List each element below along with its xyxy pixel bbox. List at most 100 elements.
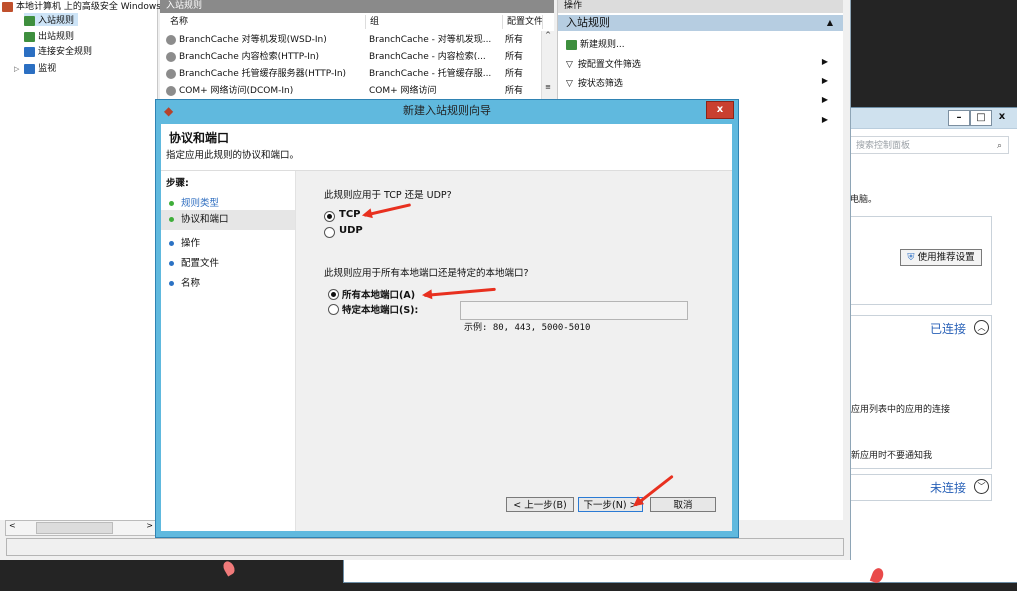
list-title-bar: 入站规则 [160,0,554,13]
all-ports-label[interactable]: 所有本地端口(A) [342,287,415,301]
rules-list[interactable]: 名称 组 配置文件 BranchCache 对等机发现(WSD-In) Bran… [160,13,554,99]
rule-profile: 所有 [505,69,524,79]
table-row[interactable]: BranchCache 对等机发现(WSD-In) BranchCache - … [160,32,554,49]
new-inbound-rule-wizard: ◆ 新建入站规则向导 x 协议和端口 指定应用此规则的协议和端口。 步骤: 规则… [155,99,739,538]
column-profile[interactable]: 配置文件 [503,15,543,29]
scroll-left-icon[interactable]: < [9,521,16,530]
actions-section-inbound[interactable]: 入站规则 ▲ [558,15,843,31]
table-row[interactable]: BranchCache 内容检索(HTTP-In) BranchCache - … [160,49,554,66]
submenu-arrow-icon: ▶ [821,95,828,104]
tree-item-outbound[interactable]: 出站规则 [24,29,74,42]
tree-item-label: 连接安全规则 [38,47,93,57]
specific-ports-label[interactable]: 特定本地端口(S): [342,302,418,316]
use-recommended-settings-button[interactable]: ⛨ 使用推荐设置 [900,249,982,266]
list-scrollbar[interactable]: ^ ≡ [541,31,554,99]
action-label: 按配置文件筛选 [577,60,641,70]
action-label: 新建规则... [580,40,625,50]
steps-label: 步骤: [166,178,189,189]
step-label: 操作 [181,238,201,249]
rule-name: BranchCache 内容检索(HTTP-In) [179,52,320,62]
column-name[interactable]: 名称 [166,15,366,29]
search-input[interactable]: 搜索控制面板 ⌕ [849,136,1009,154]
decorative-petal [221,559,237,577]
not-connected-section[interactable]: 未连接 ﹀ [847,474,992,501]
step-done-icon [169,201,174,206]
page-subtitle: 指定应用此规则的协议和端口。 [166,150,300,161]
action-new-rule[interactable]: 新建规则... [566,37,836,50]
rule-group: BranchCache - 托管缓存服... [369,69,492,79]
tcp-radio[interactable] [324,211,335,222]
tree-item-connection-security[interactable]: 连接安全规则 [24,44,92,57]
step-action[interactable]: 操作 [169,235,200,249]
computer-text: 电脑。 [850,195,878,205]
scroll-thumb[interactable] [36,522,113,534]
allow-apps-text: 应用列表中的应用的连接 [851,405,951,415]
step-label: 配置文件 [181,258,220,269]
new-rule-icon [566,39,577,50]
udp-radio[interactable] [324,227,335,238]
step-rule-type[interactable]: 规则类型 [169,195,219,209]
rule-profile: 所有 [505,52,524,62]
table-row[interactable]: COM+ 网络访问(DCOM-In) COM+ 网络访问 所有 [160,83,554,100]
chevron-up-icon[interactable]: ︿ [974,320,989,335]
step-icon [169,261,174,266]
tree-panel: 本地计算机 上的高级安全 Windows 入站规则 出站规则 连接安全规则 ▷ … [0,0,161,520]
status-bar [6,538,844,556]
wizard-titlebar: ◆ 新建入站规则向导 x [156,100,738,122]
step-current-icon [169,217,174,222]
collapse-up-icon[interactable]: ▲ [827,15,833,31]
protocol-question: 此规则应用于 TCP 还是 UDP? [324,190,452,201]
expand-arrow-icon[interactable]: ▷ [14,65,19,73]
table-row[interactable]: BranchCache 托管缓存服务器(HTTP-In) BranchCache… [160,66,554,83]
tcp-label[interactable]: TCP [339,209,361,220]
step-icon [169,241,174,246]
specific-ports-input[interactable] [460,301,688,320]
all-ports-radio[interactable] [328,289,339,300]
horizontal-scrollbar[interactable]: < > [5,520,157,536]
tree-item-label: 入站规则 [38,16,75,26]
submenu-arrow-icon: ▶ [821,76,828,85]
rule-profile: 所有 [505,86,524,96]
connection-security-icon [24,46,35,57]
scroll-up-icon[interactable]: ^ [542,31,554,39]
submenu-arrow-icon: ▶ [821,115,828,124]
connected-section[interactable]: 已连接 ︿ [847,315,992,342]
back-button[interactable]: < 上一步(B) [506,497,574,512]
action-filter-state[interactable]: ▽ 按状态筛选 ▶ [566,76,836,89]
search-icon[interactable]: ⌕ [997,137,1002,155]
step-label: 名称 [181,278,201,289]
close-button[interactable]: x [706,101,734,119]
connected-details [847,340,992,371]
udp-label[interactable]: UDP [339,225,363,236]
minimize-button[interactable]: – [948,110,970,126]
port-question: 此规则应用于所有本地端口还是特定的本地端口? [324,268,529,279]
rule-group: BranchCache - 对等机发现... [369,35,492,45]
action-filter-profile[interactable]: ▽ 按配置文件筛选 ▶ [566,57,836,70]
monitor-icon [24,63,36,74]
scroll-grip-icon[interactable]: ≡ [542,83,554,91]
actions-section-label: 入站规则 [566,16,610,29]
wizard-content: 此规则应用于 TCP 还是 UDP? TCP UDP 此规则应用于所有本地端口还… [296,171,732,531]
wizard-header: 协议和端口 指定应用此规则的协议和端口。 [161,124,732,171]
step-profile[interactable]: 配置文件 [169,255,219,269]
actions-header: 操作 [558,0,843,13]
wizard-title: 新建入站规则向导 [403,104,491,117]
step-label: 规则类型 [181,198,220,209]
tree-root[interactable]: 本地计算机 上的高级安全 Windows [2,0,161,12]
list-title: 入站规则 [166,1,203,11]
filter-icon: ▽ [566,60,573,70]
step-protocol-ports[interactable]: 协议和端口 [161,210,295,230]
scroll-right-icon[interactable]: > [146,521,153,530]
chevron-down-icon[interactable]: ﹀ [974,479,989,494]
specific-ports-radio[interactable] [328,304,339,315]
search-placeholder: 搜索控制面板 [856,141,911,151]
not-connected-label: 未连接 [930,481,967,495]
column-group[interactable]: 组 [366,15,503,29]
maximize-button[interactable]: □ [970,110,992,126]
tree-item-monitor[interactable]: ▷ 监视 [14,61,56,74]
close-icon[interactable]: x [992,110,1012,124]
rule-disabled-icon [166,34,176,45]
cancel-button[interactable]: 取消 [650,497,716,512]
step-name[interactable]: 名称 [169,275,200,289]
tree-item-inbound[interactable]: 入站规则 [24,13,79,26]
